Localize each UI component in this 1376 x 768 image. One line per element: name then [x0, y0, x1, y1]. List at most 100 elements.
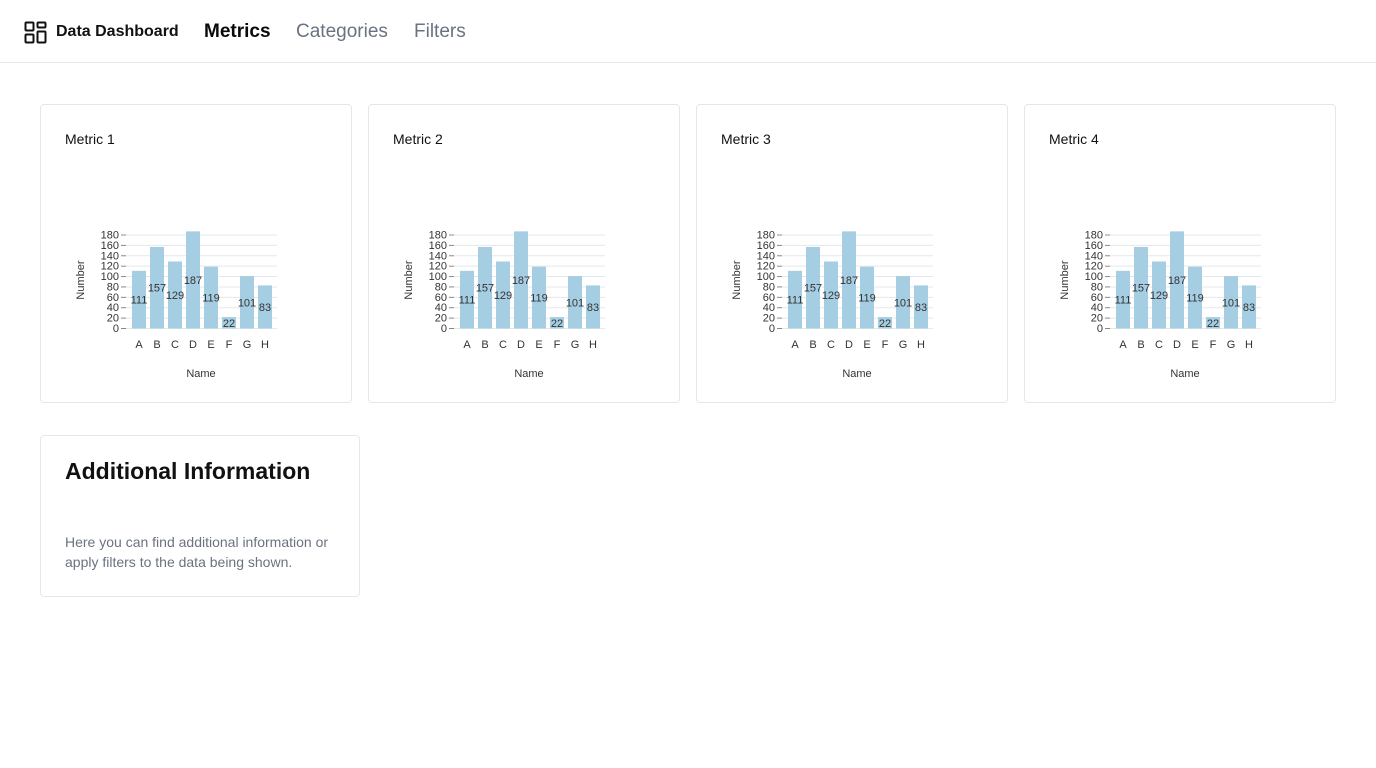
bar-value-label: 101: [566, 297, 584, 309]
y-tick-label: 40: [107, 302, 119, 314]
y-tick-label: 180: [757, 230, 775, 242]
x-tick-label: G: [899, 339, 908, 351]
bar-value-label: 119: [858, 293, 876, 305]
x-tick-label: D: [517, 339, 525, 351]
bar-value-label: 129: [822, 290, 840, 302]
bar-value-label: 111: [459, 295, 476, 307]
x-tick-label: G: [1227, 339, 1236, 351]
y-tick-label: 0: [769, 323, 775, 335]
x-axis-title: Name: [186, 368, 215, 380]
tab-categories[interactable]: Categories: [296, 20, 388, 44]
y-tick-label: 60: [763, 292, 775, 304]
y-tick-label: 40: [1091, 302, 1103, 314]
x-tick-label: A: [791, 339, 799, 351]
bar-chart: 020406080100120140160180 111157129187119 2…: [75, 230, 277, 380]
app-title: Data Dashboard: [56, 23, 179, 40]
y-tick-label: 0: [441, 323, 447, 335]
y-tick-label: 40: [435, 302, 447, 314]
y-axis-title: Number: [731, 260, 743, 299]
bar-chart: 020406080100120140160180 111157129187119 2…: [731, 230, 933, 380]
bar-value-label: 129: [166, 290, 184, 302]
info-text: Here you can find additional information…: [65, 534, 329, 570]
x-tick-label: E: [207, 339, 214, 351]
y-tick-label: 160: [1085, 240, 1103, 252]
bar-value-label: 157: [1132, 283, 1150, 295]
y-tick-label: 60: [435, 292, 447, 304]
y-tick-label: 180: [1085, 230, 1103, 242]
y-tick-label: 140: [429, 250, 447, 262]
x-tick-label: A: [135, 339, 143, 351]
additional-info-card: Additional Information Here you can find…: [40, 435, 360, 597]
bar-value-label: 83: [915, 302, 927, 314]
x-tick-label: E: [863, 339, 870, 351]
bar-value-label: 22: [1207, 318, 1219, 330]
y-tick-label: 20: [763, 313, 775, 325]
bar-chart: 020406080100120140160180 111157129187119 2…: [1059, 230, 1261, 380]
x-tick-label: G: [571, 339, 580, 351]
x-tick-label: F: [554, 339, 561, 351]
x-tick-label: C: [827, 339, 835, 351]
y-tick-label: 20: [1091, 313, 1103, 325]
x-tick-label: E: [1191, 339, 1198, 351]
y-tick-label: 160: [429, 240, 447, 252]
x-tick-label: G: [243, 339, 252, 351]
bar-value-label: 22: [551, 318, 563, 330]
y-tick-label: 100: [429, 271, 447, 283]
x-tick-label: F: [226, 339, 233, 351]
x-tick-label: H: [589, 339, 597, 351]
y-tick-label: 100: [1085, 271, 1103, 283]
x-axis-title: Name: [514, 368, 543, 380]
x-tick-label: B: [1137, 339, 1144, 351]
x-tick-label: C: [1155, 339, 1163, 351]
bar-value-label: 119: [530, 293, 548, 305]
x-tick-label: H: [917, 339, 925, 351]
y-tick-label: 60: [107, 292, 119, 304]
info-title: Additional Information: [65, 458, 311, 484]
x-axis-title: Name: [842, 368, 871, 380]
x-tick-label: H: [1245, 339, 1253, 351]
x-tick-label: H: [261, 339, 269, 351]
tab-metrics[interactable]: Metrics: [204, 20, 271, 44]
y-tick-label: 140: [757, 250, 775, 262]
bar-value-label: 187: [1168, 275, 1186, 287]
y-tick-label: 120: [757, 261, 775, 273]
metric-card: Metric 2 0 20 40 60 80 100 120 140 160 180 111 157 1…: [368, 104, 680, 403]
bar-value-label: 119: [1186, 293, 1204, 305]
bar-value-label: 187: [184, 275, 202, 287]
x-tick-label: F: [1210, 339, 1217, 351]
y-tick-label: 0: [113, 323, 119, 335]
bar-value-label: 101: [1222, 297, 1240, 309]
y-axis-title: Number: [75, 260, 87, 299]
y-tick-label: 120: [429, 261, 447, 273]
x-tick-label: B: [809, 339, 816, 351]
bar-value-label: 101: [894, 297, 912, 309]
bar-value-label: 111: [1115, 295, 1132, 307]
bar-value-label: 101: [238, 297, 256, 309]
y-tick-label: 40: [763, 302, 775, 314]
bar-value-label: 111: [787, 295, 804, 307]
y-tick-label: 140: [101, 250, 119, 262]
tab-filters[interactable]: Filters: [414, 20, 466, 44]
y-tick-label: 0: [1097, 323, 1103, 335]
bar-value-label: 83: [259, 302, 271, 314]
x-tick-label: C: [499, 339, 507, 351]
brand[interactable]: Data Dashboard: [24, 20, 179, 44]
x-tick-label: B: [153, 339, 160, 351]
y-tick-label: 80: [763, 281, 775, 293]
bar-value-label: 129: [1150, 290, 1168, 302]
y-tick-label: 80: [1091, 281, 1103, 293]
y-tick-label: 120: [1085, 261, 1103, 273]
y-tick-label: 120: [101, 261, 119, 273]
y-tick-label: 20: [107, 313, 119, 325]
x-tick-label: E: [535, 339, 542, 351]
y-tick-label: 100: [101, 271, 119, 283]
bar-value-label: 83: [1243, 302, 1255, 314]
x-tick-label: A: [1119, 339, 1127, 351]
x-tick-label: D: [845, 339, 853, 351]
y-tick-label: 80: [107, 281, 119, 293]
x-tick-label: B: [481, 339, 488, 351]
x-tick-label: F: [882, 339, 889, 351]
top-navigation-bar: Data Dashboard Metrics Categories Filter…: [0, 0, 1376, 63]
bar-value-label: 83: [587, 302, 599, 314]
y-axis-title: Number: [1059, 260, 1071, 299]
